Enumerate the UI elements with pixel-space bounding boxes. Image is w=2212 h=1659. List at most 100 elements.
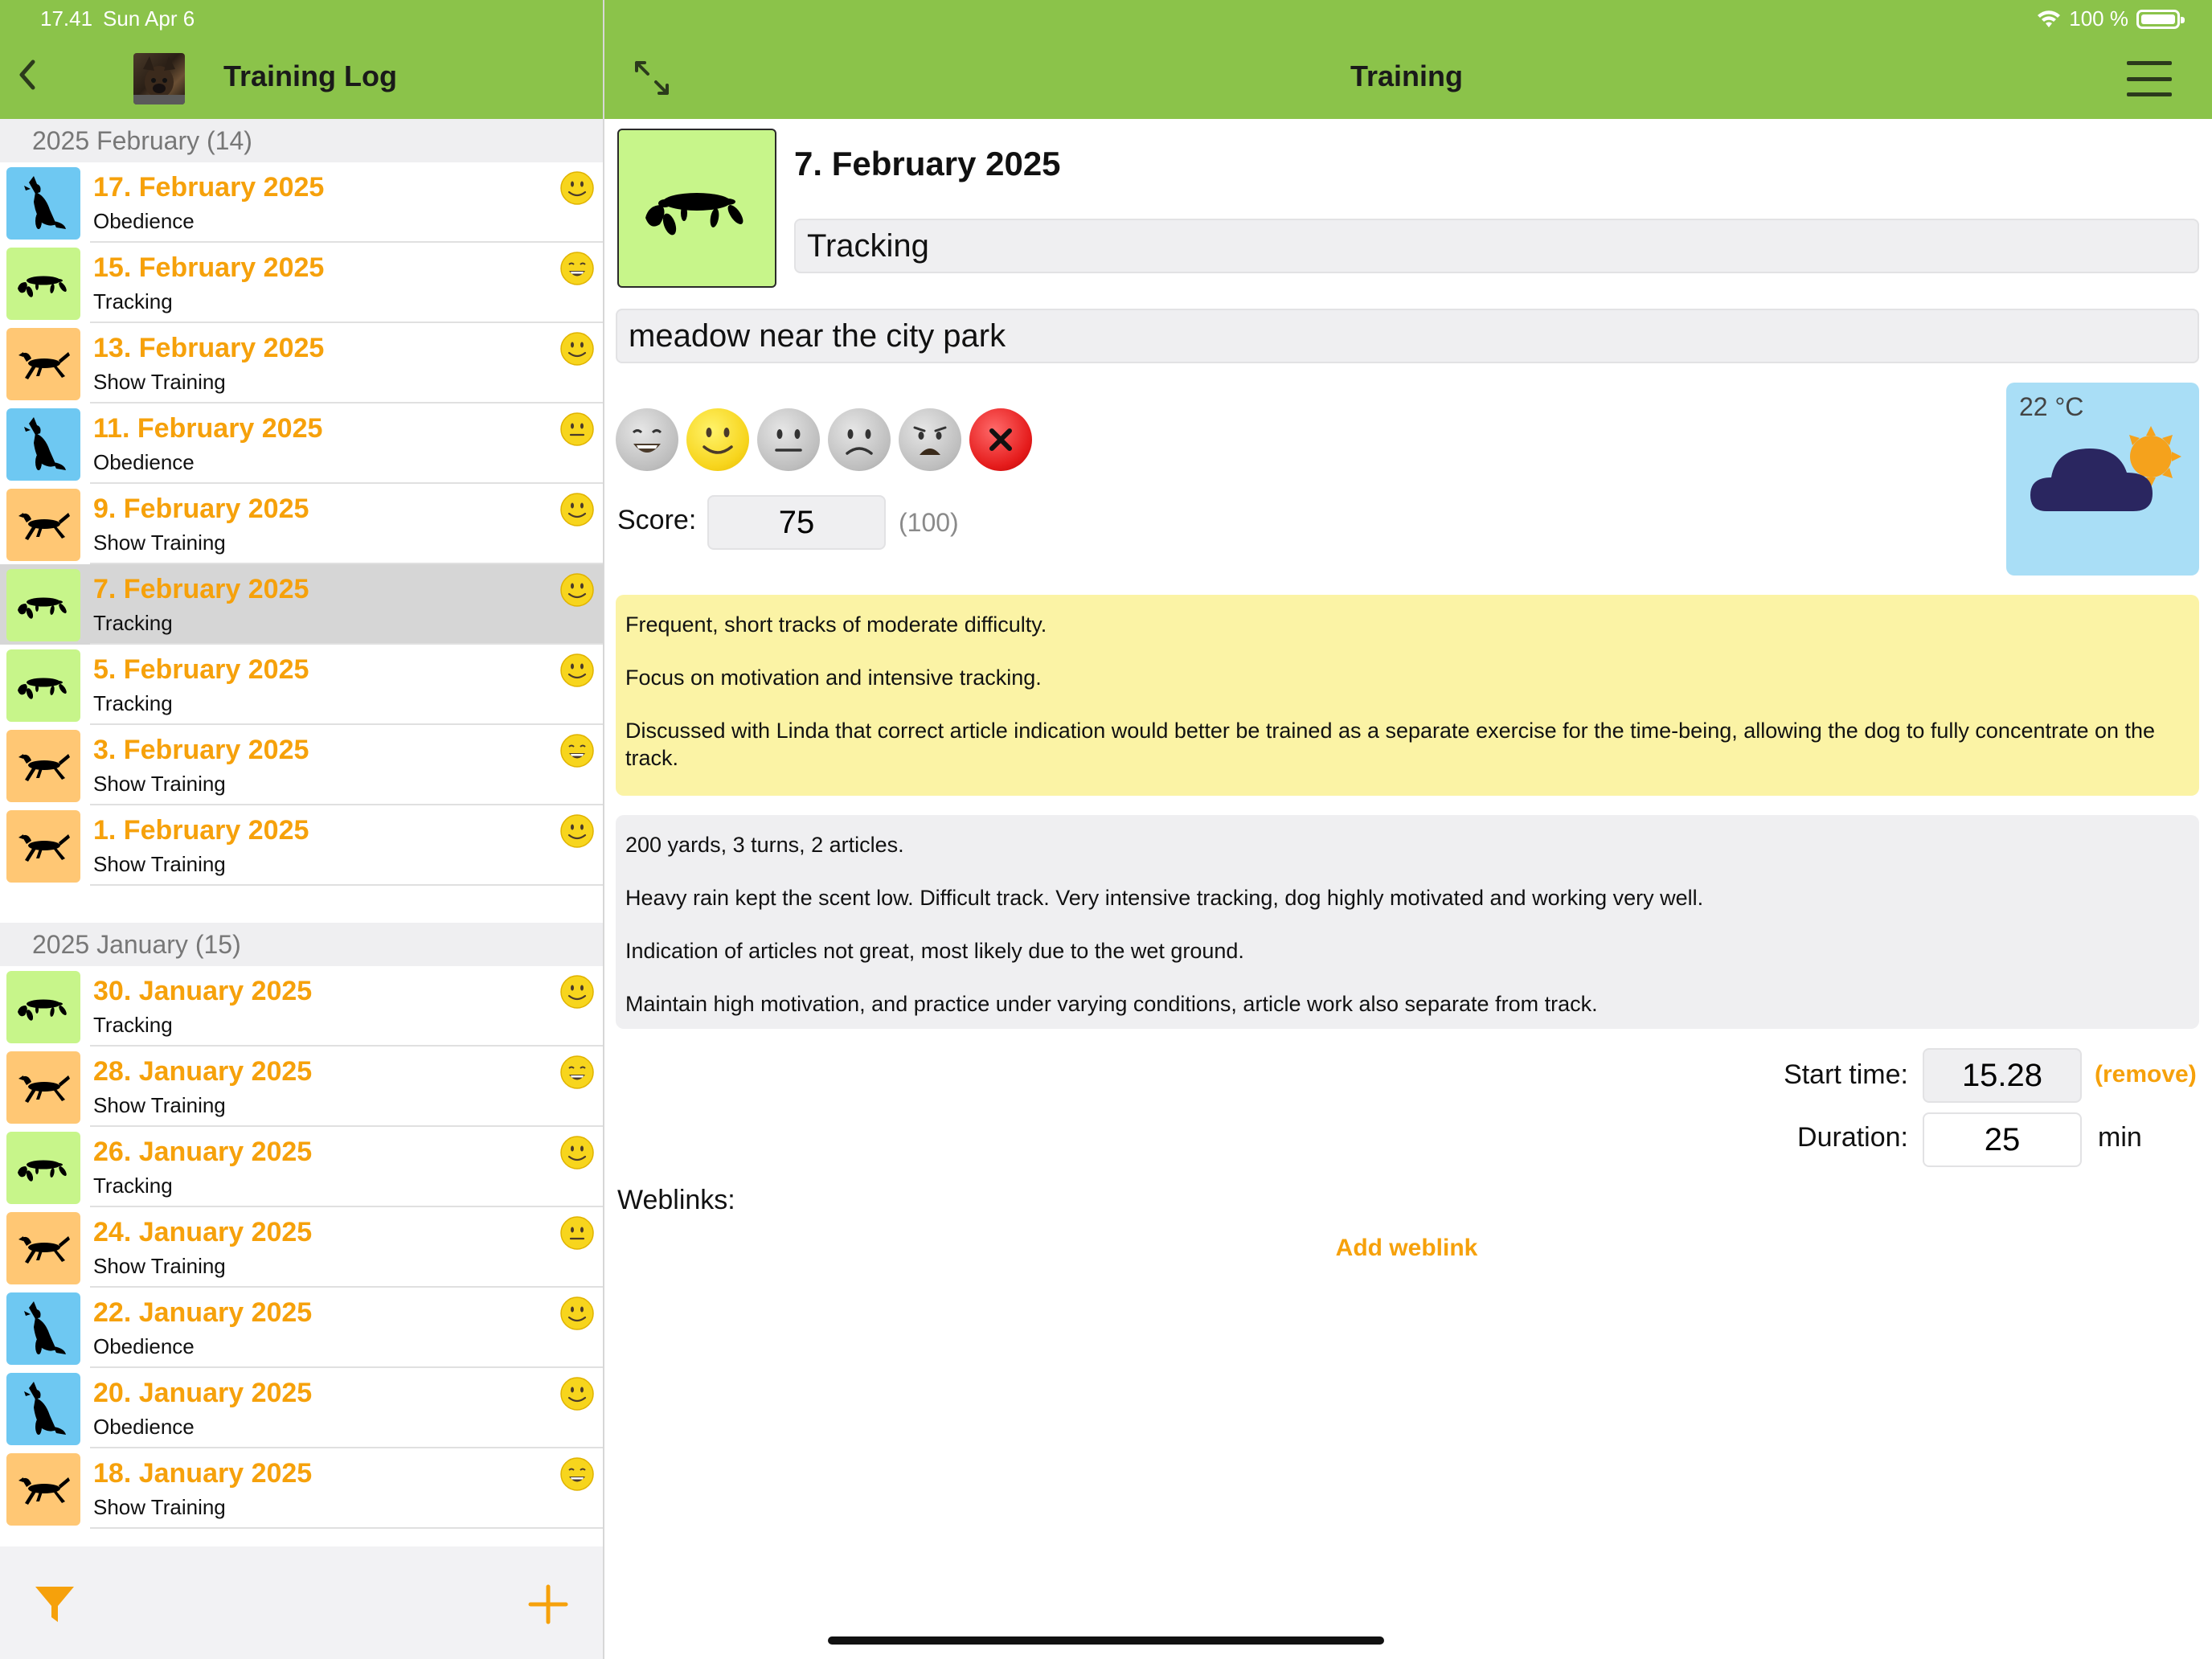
list-item-date: 24. January 2025 xyxy=(93,1217,313,1247)
tracking-dog-icon xyxy=(645,193,743,236)
mood-indicator xyxy=(559,572,595,608)
training-list[interactable]: 2025 February (14) 17. February 2025 Obedi… xyxy=(0,119,603,1546)
weather-tile[interactable]: 22 °C xyxy=(2006,383,2199,576)
dog-avatar[interactable] xyxy=(133,53,185,104)
score-field[interactable]: 75 xyxy=(707,495,886,550)
remove-start-time-link[interactable]: (remove) xyxy=(2095,1061,2197,1088)
training-type-thumb xyxy=(6,810,80,883)
close-icon xyxy=(989,428,1012,451)
row-separator xyxy=(90,1527,603,1529)
show-dog-icon xyxy=(18,1477,70,1505)
list-item-type: Tracking xyxy=(93,289,173,313)
list-item-date: 28. January 2025 xyxy=(93,1056,313,1087)
list-item-type: Show Training xyxy=(93,1254,226,1278)
notes-line: Maintain high motivation, and practice u… xyxy=(625,992,1598,1016)
list-item-date: 20. January 2025 xyxy=(93,1378,313,1408)
smile-face-icon xyxy=(560,653,594,687)
show-dog-icon xyxy=(18,352,70,379)
neutral-face-icon xyxy=(560,1216,594,1250)
list-item-type: Tracking xyxy=(93,1013,173,1037)
list-item-type: Show Training xyxy=(93,1495,226,1519)
status-right: 100 % xyxy=(2037,6,2185,31)
filter-button[interactable] xyxy=(32,1582,77,1627)
add-button[interactable] xyxy=(526,1582,571,1627)
training-type-thumb xyxy=(6,649,80,722)
mood-none-button[interactable] xyxy=(969,408,1032,471)
goals-note[interactable]: Frequent, short tracks of moderate diffi… xyxy=(616,595,2199,796)
pane-divider xyxy=(603,0,604,1659)
back-button[interactable] xyxy=(11,55,43,95)
mood-indicator xyxy=(559,1215,595,1251)
training-type-thumb xyxy=(6,167,80,240)
list-item[interactable]: 11. February 2025 Obedience xyxy=(0,403,603,484)
show-dog-icon xyxy=(18,513,70,540)
list-item[interactable]: 5. February 2025 Tracking xyxy=(0,645,603,725)
list-item[interactable]: 15. February 2025 Tracking xyxy=(0,243,603,323)
list-item[interactable]: 30. January 2025 Tracking xyxy=(0,966,603,1047)
smile-face-icon xyxy=(560,1136,594,1169)
list-item[interactable]: 18. January 2025 Show Training xyxy=(0,1448,603,1529)
show-dog-icon xyxy=(18,1236,70,1264)
list-item-type: Show Training xyxy=(93,530,226,555)
list-item[interactable]: 20. January 2025 Obedience xyxy=(0,1368,603,1448)
list-item[interactable]: 9. February 2025 Show Training xyxy=(0,484,603,564)
list-item[interactable]: 17. February 2025 Obedience xyxy=(0,162,603,243)
hamburger-icon xyxy=(2127,61,2172,65)
tracking-dog-icon xyxy=(18,276,67,297)
list-item[interactable]: 1. February 2025 Show Training xyxy=(0,805,603,886)
cloud-sun-icon xyxy=(2030,426,2181,511)
training-type-thumb xyxy=(6,328,80,400)
list-item-type: Show Training xyxy=(93,772,226,796)
training-type-field[interactable]: Tracking xyxy=(794,219,2199,273)
mood-indicator xyxy=(559,653,595,688)
list-item-date: 22. January 2025 xyxy=(93,1297,313,1328)
notes-field[interactable]: 200 yards, 3 turns, 2 articles. Heavy ra… xyxy=(616,815,2199,1029)
list-item[interactable]: 3. February 2025 Show Training xyxy=(0,725,603,805)
mood-distressed-button[interactable] xyxy=(899,408,961,471)
training-type-thumb xyxy=(6,248,80,320)
mood-indicator xyxy=(559,1055,595,1090)
expand-button[interactable] xyxy=(632,58,672,98)
mood-neutral-button[interactable] xyxy=(757,408,820,471)
list-item[interactable]: 22. January 2025 Obedience xyxy=(0,1288,603,1368)
training-type-thumb xyxy=(6,408,80,481)
list-item-date: 30. January 2025 xyxy=(93,976,313,1006)
filter-icon xyxy=(35,1587,74,1622)
smile-face-icon xyxy=(560,814,594,848)
list-title: Training Log xyxy=(223,59,397,92)
mood-indicator xyxy=(559,1456,595,1492)
wifi-icon xyxy=(2038,10,2061,27)
list-item[interactable]: 24. January 2025 Show Training xyxy=(0,1207,603,1288)
duration-label: Duration: xyxy=(1797,1122,1908,1153)
detail-type-icon[interactable] xyxy=(617,129,776,288)
list-item-type: Show Training xyxy=(93,852,226,876)
home-indicator[interactable] xyxy=(828,1636,1384,1645)
show-dog-icon xyxy=(18,754,70,781)
training-type-thumb xyxy=(6,1453,80,1526)
plus-icon xyxy=(528,1584,568,1624)
list-item-date: 18. January 2025 xyxy=(93,1458,313,1489)
start-time-field[interactable]: 15.28 xyxy=(1923,1048,2082,1103)
mood-smile-button[interactable] xyxy=(686,408,749,471)
list-item[interactable]: 26. January 2025 Tracking xyxy=(0,1127,603,1207)
mood-frown-button[interactable] xyxy=(828,408,891,471)
location-field[interactable]: meadow near the city park xyxy=(616,309,2199,363)
add-weblink-button[interactable]: Add weblink xyxy=(1246,1235,1567,1262)
list-item[interactable]: 13. February 2025 Show Training xyxy=(0,323,603,403)
list-item-date: 15. February 2025 xyxy=(93,252,325,283)
list-item[interactable]: 28. January 2025 Show Training xyxy=(0,1047,603,1127)
mood-grin-button[interactable] xyxy=(616,408,678,471)
list-item[interactable]: 7. February 2025 Tracking xyxy=(0,564,603,645)
training-type-thumb xyxy=(6,1292,80,1365)
obedience-dog-icon xyxy=(24,1301,66,1354)
smile-face-icon xyxy=(560,1377,594,1411)
duration-field[interactable]: 25 xyxy=(1923,1112,2082,1167)
detail-title: Training xyxy=(1350,59,1463,92)
battery-percent: 100 % xyxy=(2069,6,2128,31)
menu-button[interactable] xyxy=(2127,61,2172,96)
smile-face-icon xyxy=(560,493,594,526)
top-bar: 17.41 Sun Apr 6 100 % Training Log Train… xyxy=(0,0,2212,119)
weblinks-label: Weblinks: xyxy=(617,1185,735,1215)
training-type-thumb xyxy=(6,1051,80,1124)
smile-face-icon xyxy=(560,975,594,1009)
